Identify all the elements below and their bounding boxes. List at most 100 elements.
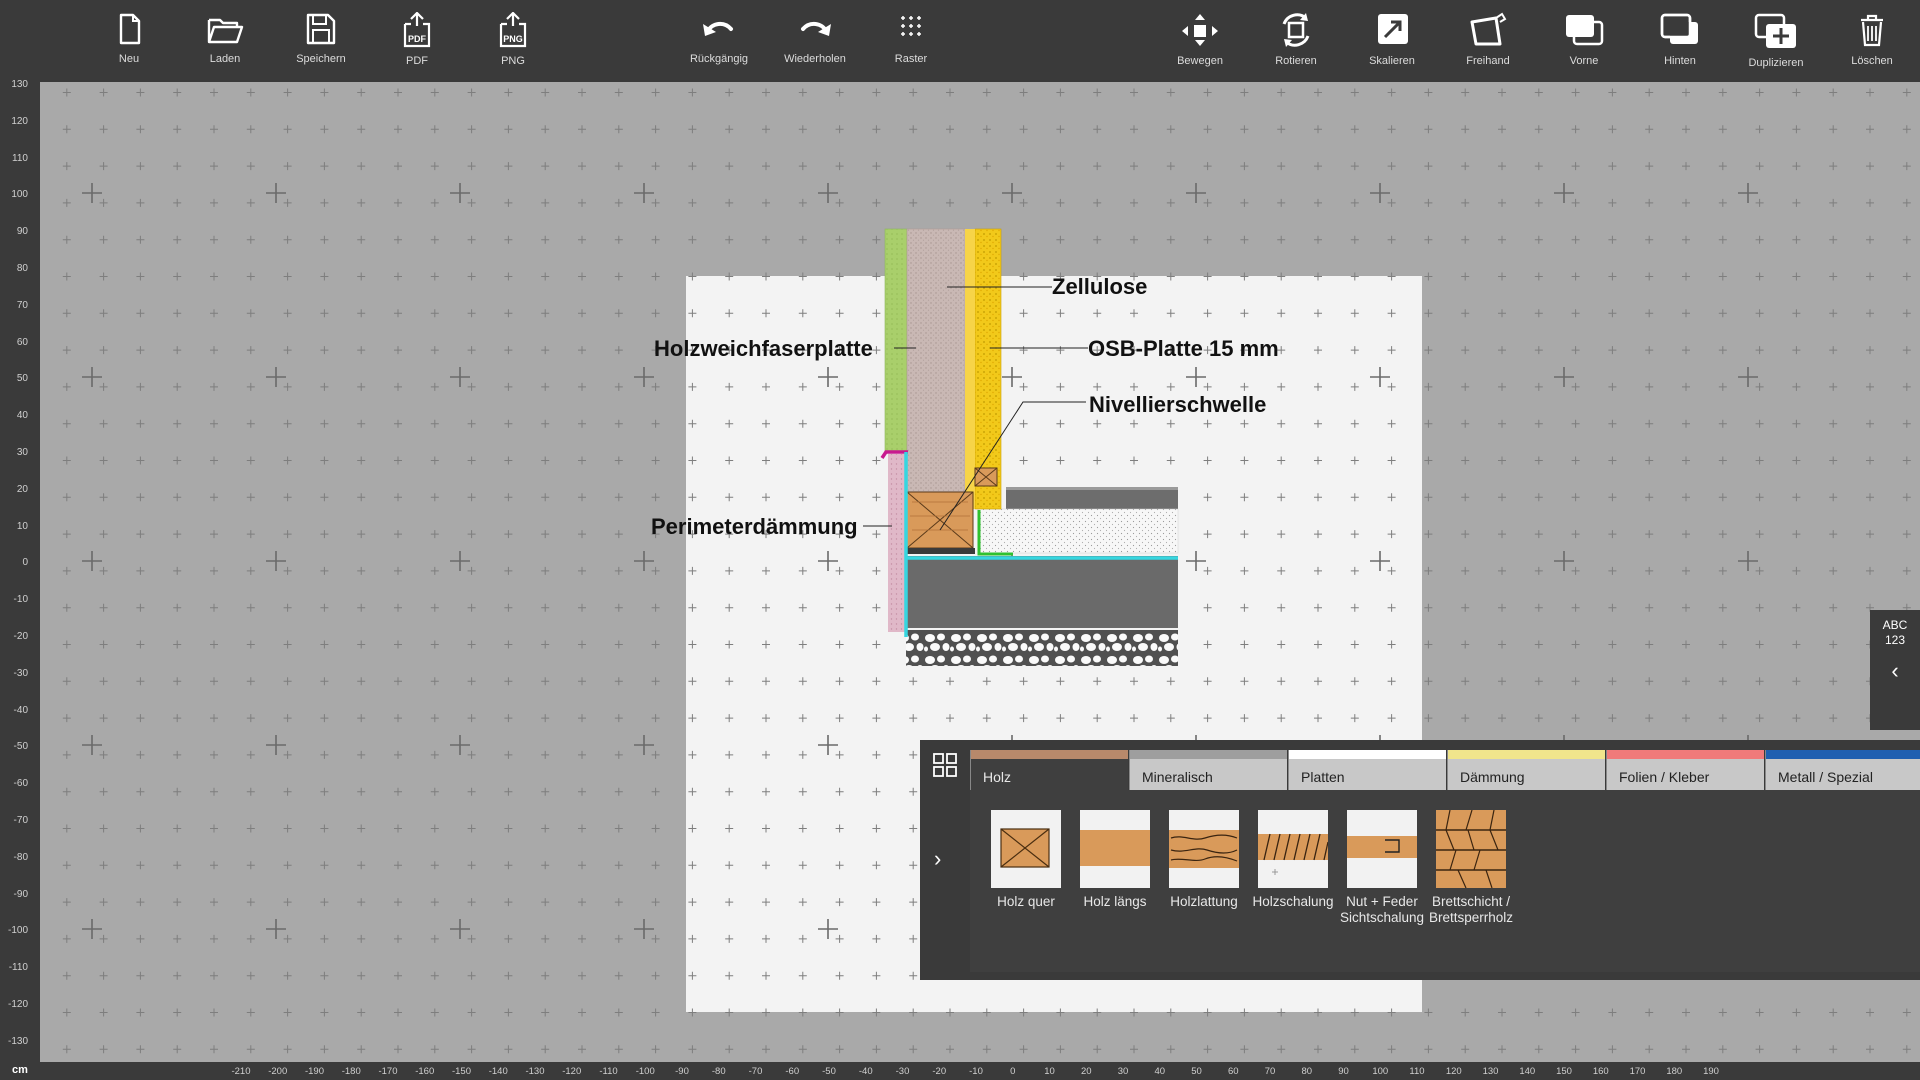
chevron-left-icon: ‹ xyxy=(1891,658,1899,683)
label-holzweichfaserplatte[interactable]: Holzweichfaserplatte xyxy=(654,336,873,362)
rotate-label: Rotieren xyxy=(1275,55,1317,67)
freehand-button[interactable]: Freihand xyxy=(1449,12,1527,76)
tab-label: Folien / Kleber xyxy=(1619,769,1710,785)
timber-longitudinal-swatch-icon xyxy=(1080,810,1150,888)
material-item-glulam-clt[interactable]: Brettschicht / Brettsperrholz xyxy=(1427,810,1515,926)
material-item-crossed-timber[interactable]: Holz quer xyxy=(982,810,1070,910)
grid-toggle-button[interactable]: Raster xyxy=(872,12,950,76)
material-item-label: Holz längs xyxy=(1083,894,1147,909)
hruler-label: 80 xyxy=(1301,1066,1313,1077)
tab-mineralisch[interactable]: Mineralisch xyxy=(1129,750,1287,790)
pdf-export-button[interactable]: PDF PDF xyxy=(378,12,456,76)
redo-button[interactable]: Wiederholen xyxy=(776,12,854,76)
vruler-label: 60 xyxy=(16,336,28,348)
vruler-label: 90 xyxy=(16,226,28,238)
new-button[interactable]: Neu xyxy=(90,12,168,76)
vruler-label: -50 xyxy=(13,741,28,753)
send-back-button[interactable]: Hinten xyxy=(1641,12,1719,76)
tab-holz[interactable]: Holz xyxy=(970,750,1128,790)
pdf-export-icon: PDF xyxy=(403,12,431,48)
material-item-boarding[interactable]: Holzschalung xyxy=(1249,810,1337,910)
material-items: Holz quer Holz längs Holzlattung Holzschalu… xyxy=(970,790,1920,972)
wood-fiber-board xyxy=(884,228,908,453)
undo-button[interactable]: Rückgängig xyxy=(680,12,758,76)
undo-icon xyxy=(703,22,733,36)
grid-view-icon[interactable] xyxy=(932,752,958,778)
vruler-label: -20 xyxy=(13,631,28,642)
vertical-ruler: 130 120 110 100 90 80 70 60 50 40 30 20 10 0 -10 -20 -30… xyxy=(0,79,40,1062)
hruler-label: 190 xyxy=(1703,1066,1719,1077)
scale-button[interactable]: Skalieren xyxy=(1353,12,1431,76)
vruler-label: -130 xyxy=(7,1035,28,1047)
ruler-unit: cm xyxy=(12,1064,28,1076)
tab-color-bar xyxy=(1289,750,1446,759)
text-tool-tab[interactable]: ABC 123 ‹ xyxy=(1870,610,1920,730)
delete-button[interactable]: Löschen xyxy=(1833,12,1911,76)
chevron-right-icon[interactable]: › xyxy=(934,846,941,872)
undo-label: Rückgängig xyxy=(689,53,749,65)
hruler-label: 120 xyxy=(1445,1066,1462,1077)
save-icon xyxy=(306,13,336,45)
hruler-label: -160 xyxy=(415,1066,435,1077)
tab-color-bar xyxy=(971,750,1128,759)
move-button[interactable]: Bewegen xyxy=(1161,12,1239,76)
hruler-label: -130 xyxy=(525,1066,545,1077)
material-panel: › Holz Mineralisch Platten Dämmung Folien / … xyxy=(920,740,1920,980)
save-button[interactable]: Speichern xyxy=(282,12,360,76)
vruler-label: -40 xyxy=(13,704,28,716)
bring-front-label: Vorne xyxy=(1569,55,1599,67)
hruler-label: -120 xyxy=(562,1066,582,1077)
tab-label: Holz xyxy=(983,769,1012,785)
tab-label: Platten xyxy=(1301,769,1345,785)
tab-color-bar xyxy=(1130,750,1287,759)
hruler-label: -20 xyxy=(932,1066,947,1077)
tab-label: Mineralisch xyxy=(1142,769,1213,785)
load-button[interactable]: Laden xyxy=(186,12,264,76)
redo-label: Wiederholen xyxy=(784,53,846,65)
boarding-swatch-icon xyxy=(1258,810,1328,888)
tab-metall-spezial[interactable]: Metall / Spezial xyxy=(1765,750,1920,790)
label-perimeterdaemmung[interactable]: Perimeterdämmung xyxy=(651,514,858,540)
label-osb[interactable]: OSB-Platte 15 mm xyxy=(1088,336,1279,362)
hruler-label: 140 xyxy=(1519,1066,1536,1077)
hruler-label: 160 xyxy=(1592,1066,1609,1077)
batten-swatch-icon xyxy=(1169,810,1239,888)
png-export-button[interactable]: PNG PNG xyxy=(474,12,552,76)
rotate-button[interactable]: Rotieren xyxy=(1257,12,1335,76)
material-item-timber-longitudinal[interactable]: Holz längs xyxy=(1071,810,1159,910)
tab-label: Metall / Spezial xyxy=(1778,769,1873,785)
top-toolbar: Neu Laden Speichern PDF PDF PNG PNG Rück… xyxy=(0,0,1920,82)
bring-front-icon xyxy=(1566,15,1604,46)
tab-dämmung[interactable]: Dämmung xyxy=(1447,750,1605,790)
vruler-label: -30 xyxy=(13,667,28,679)
vruler-label: -100 xyxy=(7,925,28,937)
hruler-label: 150 xyxy=(1556,1066,1572,1077)
freehand-label: Freihand xyxy=(1466,55,1510,67)
label-nivellierschwelle[interactable]: Nivellierschwelle xyxy=(1089,392,1266,418)
duplicate-icon xyxy=(1754,13,1796,48)
hruler-label: -40 xyxy=(858,1066,873,1077)
tab-label: Dämmung xyxy=(1460,769,1525,785)
bring-front-button[interactable]: Vorne xyxy=(1545,12,1623,76)
hruler-label: 60 xyxy=(1227,1066,1239,1077)
redo-icon xyxy=(801,22,831,36)
tab-platten[interactable]: Platten xyxy=(1288,750,1446,790)
duplicate-button[interactable]: Duplizieren xyxy=(1737,12,1815,76)
gravel-bed xyxy=(906,630,1178,666)
vruler-label: -80 xyxy=(13,851,28,863)
vruler-label: -70 xyxy=(13,815,28,826)
label-zellulose[interactable]: Zellulose xyxy=(1052,274,1147,300)
tab-folien-kleber[interactable]: Folien / Kleber xyxy=(1606,750,1764,790)
duplicate-label: Duplizieren xyxy=(1748,57,1804,69)
vruler-label: 110 xyxy=(12,152,28,164)
floor-screed xyxy=(1006,487,1178,509)
material-item-batten[interactable]: Holzlattung xyxy=(1160,810,1248,910)
material-item-label: Holzschalung xyxy=(1252,894,1334,909)
abc-label: ABC xyxy=(1882,618,1908,632)
perimeter-insulation xyxy=(888,454,906,632)
material-item-tongue-groove[interactable]: Nut + Feder Sichtschalung xyxy=(1338,810,1426,926)
material-item-label: Nut + Feder Sichtschalung xyxy=(1339,894,1425,925)
hruler-label: 180 xyxy=(1666,1066,1683,1077)
hruler-label: 110 xyxy=(1409,1066,1425,1077)
pdf-label: PDF xyxy=(406,55,428,67)
